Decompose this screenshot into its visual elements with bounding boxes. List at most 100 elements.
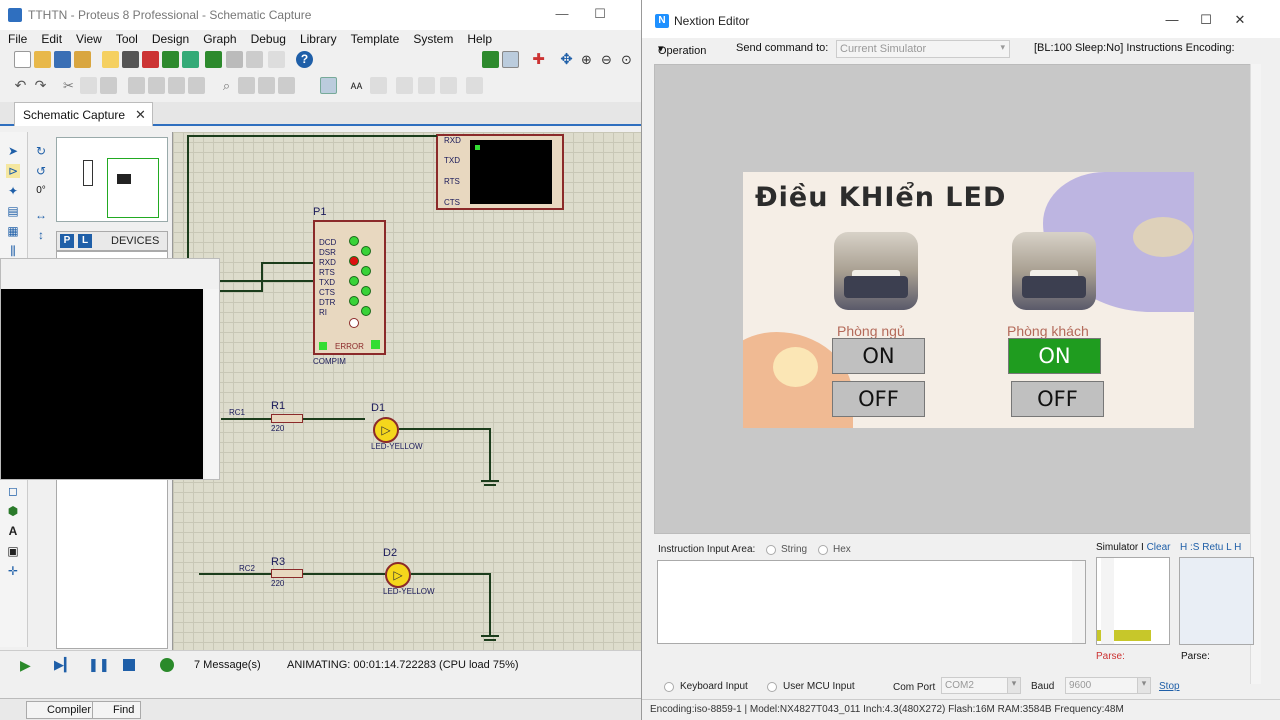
package-tool-icon[interactable]	[258, 77, 275, 94]
com-port-select[interactable]: COM2	[941, 677, 1021, 694]
instruction-scrollbar[interactable]	[1072, 561, 1085, 643]
maximize-icon[interactable]: ☐	[1196, 12, 1216, 28]
refresh-icon[interactable]	[482, 51, 499, 68]
help-icon[interactable]: ?	[296, 51, 313, 68]
string-radio[interactable]	[766, 545, 776, 555]
resistor-r3[interactable]	[271, 569, 303, 578]
mirror-x-icon[interactable]: ↔	[34, 208, 48, 222]
exit-to-parent-icon[interactable]	[440, 77, 457, 94]
hex-return-panel[interactable]	[1179, 557, 1254, 645]
mcu-input-radio[interactable]	[767, 682, 777, 692]
stop-link[interactable]: Stop	[1159, 681, 1180, 692]
minimize-icon[interactable]: —	[1162, 12, 1182, 28]
text-script-icon[interactable]: ▦	[6, 224, 20, 238]
operation-menu[interactable]: Operation ▾	[658, 42, 706, 57]
block-move-icon[interactable]	[148, 77, 165, 94]
menu-library[interactable]: Library	[292, 30, 343, 46]
step-icon[interactable]: ▶▎	[54, 658, 74, 672]
bedroom-off-button[interactable]: OFF	[832, 381, 925, 417]
new-file-icon[interactable]	[14, 51, 31, 68]
pause-icon[interactable]: ❚❚	[88, 658, 110, 672]
menu-design[interactable]: Design	[144, 30, 195, 46]
3d-icon[interactable]	[182, 51, 199, 68]
terminal-screen[interactable]	[1, 289, 203, 479]
notes-icon[interactable]	[246, 51, 263, 68]
message-count[interactable]: 7 Message(s)	[194, 659, 261, 671]
mirror-y-icon[interactable]: ↕	[34, 228, 48, 242]
pcb-icon[interactable]	[142, 51, 159, 68]
remove-sheet-icon[interactable]	[418, 77, 435, 94]
clear-link[interactable]: Clear	[1147, 542, 1171, 553]
menu-tool[interactable]: Tool	[108, 30, 144, 46]
virtual-terminal-window[interactable]	[0, 258, 220, 480]
import-icon[interactable]	[74, 51, 91, 68]
led-d2[interactable]: ▷	[385, 562, 411, 588]
search-tag-icon[interactable]: ᴀᴀ	[348, 77, 365, 94]
design-explorer-icon[interactable]	[226, 51, 243, 68]
wire-autorouter-icon[interactable]	[320, 77, 337, 94]
property-tool-icon[interactable]	[370, 77, 387, 94]
zoom-all-icon[interactable]: ⊙	[618, 51, 635, 68]
tab-find[interactable]: Find	[92, 701, 142, 719]
hmi-screen[interactable]: Điều KHIển LED Phòng ngủ ON OFF Phòng kh…	[743, 172, 1194, 428]
gerber-icon[interactable]	[162, 51, 179, 68]
keyboard-input-radio[interactable]	[664, 682, 674, 692]
selection-mode-icon[interactable]: ➤	[6, 144, 20, 158]
led-d1[interactable]: ▷	[373, 417, 399, 443]
open-folder-icon[interactable]	[34, 51, 51, 68]
component-mode-icon[interactable]: ⊳	[6, 164, 20, 178]
zoom-out-icon[interactable]: ⊖	[598, 51, 615, 68]
wire-label-icon[interactable]: ▤	[6, 204, 20, 218]
menu-debug[interactable]: Debug	[243, 30, 292, 46]
pan-icon[interactable]: ✥	[558, 51, 575, 68]
decompose-icon[interactable]	[278, 77, 295, 94]
menu-edit[interactable]: Edit	[33, 30, 68, 46]
symbols-icon[interactable]: ▣	[6, 544, 20, 558]
compim-component[interactable]: DCD DSR RXD RTS TXD CTS DTR RI ERROR	[313, 220, 386, 355]
grid-icon[interactable]	[502, 51, 519, 68]
tab-schematic-capture[interactable]: Schematic Capture ✕	[14, 102, 153, 126]
resistor-r1[interactable]	[271, 414, 303, 423]
paste-icon[interactable]	[100, 77, 117, 94]
list-scrollbar[interactable]	[1101, 558, 1114, 644]
pick-device-icon[interactable]: ⌕	[218, 77, 235, 94]
undo-icon[interactable]: ↶	[12, 77, 29, 94]
copy-icon[interactable]	[80, 77, 97, 94]
new-sheet-icon[interactable]	[396, 77, 413, 94]
close-icon[interactable]: ✕	[1230, 12, 1250, 28]
menu-help[interactable]: Help	[459, 30, 498, 46]
save-icon[interactable]	[54, 51, 71, 68]
zoom-in-icon[interactable]: ⊕	[578, 51, 595, 68]
make-device-icon[interactable]	[238, 77, 255, 94]
redo-icon[interactable]: ↷	[32, 77, 49, 94]
maximize-icon[interactable]: ☐	[590, 6, 610, 22]
block-rotate-icon[interactable]	[168, 77, 185, 94]
tab-compiler[interactable]: Compiler	[26, 701, 99, 719]
play-icon[interactable]: ▶	[20, 658, 34, 672]
junction-icon[interactable]: ✦	[6, 184, 20, 198]
path-icon[interactable]: ◻	[6, 484, 20, 498]
nextion-display-component[interactable]: RXD TXD RTS CTS	[436, 134, 564, 210]
messages-icon[interactable]	[160, 658, 174, 672]
menu-view[interactable]: View	[68, 30, 108, 46]
overview-window[interactable]	[56, 137, 168, 222]
text-icon[interactable]: A	[6, 524, 20, 538]
netlist-icon[interactable]	[466, 77, 483, 94]
rotation-angle[interactable]: 0°	[30, 184, 52, 198]
schematic-icon[interactable]	[122, 51, 139, 68]
simulator-return-list[interactable]: a b c d a	[1096, 557, 1170, 645]
origin-icon[interactable]: ✚	[530, 51, 547, 68]
home-icon[interactable]	[102, 51, 119, 68]
doc-icon[interactable]	[268, 51, 285, 68]
cut-icon[interactable]: ✂	[60, 77, 77, 94]
block-copy-icon[interactable]	[128, 77, 145, 94]
menu-template[interactable]: Template	[343, 30, 406, 46]
hex-radio[interactable]	[818, 545, 828, 555]
bom-icon[interactable]	[205, 51, 222, 68]
block-delete-icon[interactable]	[188, 77, 205, 94]
livingroom-off-button[interactable]: OFF	[1011, 381, 1104, 417]
baud-select[interactable]: 9600	[1065, 677, 1151, 694]
symbol-icon[interactable]: ⬢	[6, 504, 20, 518]
menu-system[interactable]: System	[405, 30, 459, 46]
marker-icon[interactable]: ✛	[6, 564, 20, 578]
